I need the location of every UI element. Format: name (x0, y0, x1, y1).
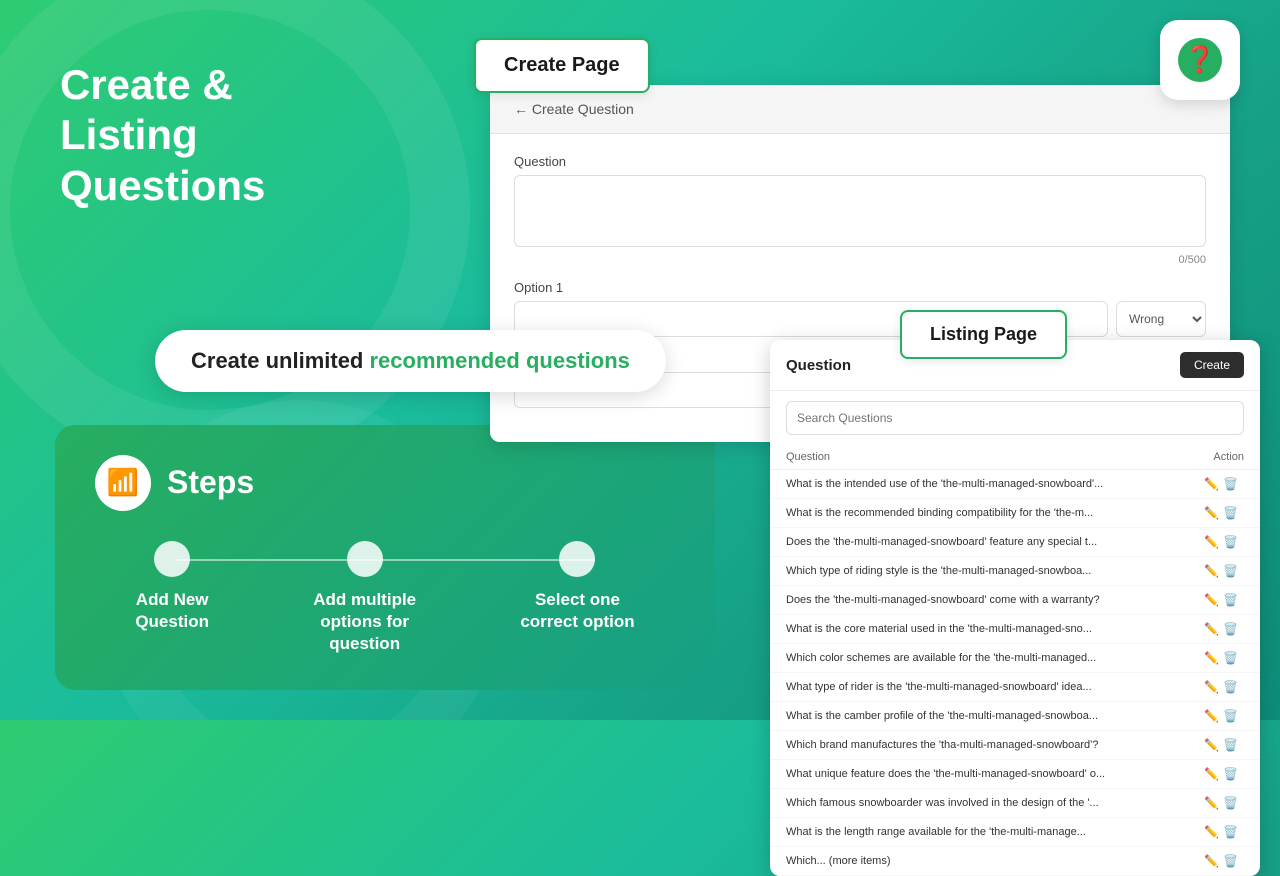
banner-highlight-text: recommended questions (369, 348, 629, 373)
table-row: What is the recommended binding compatib… (770, 499, 1260, 528)
table-row: Which color schemes are available for th… (770, 644, 1260, 673)
delete-icon[interactable]: 🗑️ (1223, 680, 1238, 694)
banner-normal-text: Create unlimited (191, 348, 369, 373)
listing-page-button[interactable]: Listing Page (900, 310, 1067, 359)
edit-icon[interactable]: ✏️ (1204, 854, 1219, 868)
listing-create-button[interactable]: Create (1180, 352, 1244, 378)
step-3-circle (559, 541, 595, 577)
table-row: What is the length range available for t… (770, 818, 1260, 847)
table-row: What type of rider is the 'the-multi-man… (770, 673, 1260, 702)
delete-icon[interactable]: 🗑️ (1223, 767, 1238, 781)
table-row: What is the camber profile of the 'the-m… (770, 702, 1260, 731)
table-row: Does the 'the-multi-managed-snowboard' c… (770, 586, 1260, 615)
delete-icon[interactable]: 🗑️ (1223, 506, 1238, 520)
create-page-button[interactable]: Create Page (474, 38, 650, 93)
delete-icon[interactable]: 🗑️ (1223, 477, 1238, 491)
delete-icon[interactable]: 🗑️ (1223, 593, 1238, 607)
table-row: Which brand manufactures the 'tha-multi-… (770, 731, 1260, 760)
back-link[interactable]: ← Create Question (514, 101, 634, 117)
edit-icon[interactable]: ✏️ (1204, 593, 1219, 607)
table-row: What unique feature does the 'the-multi-… (770, 760, 1260, 789)
edit-icon[interactable]: ✏️ (1204, 825, 1219, 839)
delete-icon[interactable]: 🗑️ (1223, 738, 1238, 752)
table-row: What is the core material used in the 't… (770, 615, 1260, 644)
option1-status-select[interactable]: Wrong (1116, 301, 1206, 337)
listing-table-header: Question Action (770, 445, 1260, 470)
steps-icon: 📶 (95, 455, 151, 511)
edit-icon[interactable]: ✏️ (1204, 506, 1219, 520)
steps-section: 📶 Steps Add NewQuestion Add multipleopti… (55, 425, 715, 690)
col-action-header: Action (1213, 451, 1244, 463)
app-icon: ❓ (1160, 20, 1240, 100)
table-row: Which type of riding style is the 'the-m… (770, 557, 1260, 586)
delete-icon[interactable]: 🗑️ (1223, 651, 1238, 665)
table-row: Which famous snowboarder was involved in… (770, 789, 1260, 818)
svg-text:❓: ❓ (1184, 44, 1216, 74)
delete-icon[interactable]: 🗑️ (1223, 622, 1238, 636)
step-1-label: Add NewQuestion (135, 589, 209, 633)
listing-search-input[interactable] (786, 401, 1244, 435)
question-label: Question (514, 154, 1206, 169)
edit-icon[interactable]: ✏️ (1204, 738, 1219, 752)
listing-panel: Question Create Question Action What is … (770, 340, 1260, 876)
edit-icon[interactable]: ✏️ (1204, 477, 1219, 491)
delete-icon[interactable]: 🗑️ (1223, 796, 1238, 810)
step-2-label: Add multipleoptions for question (290, 589, 440, 655)
unlimited-banner: Create unlimited recommended questions (155, 330, 666, 392)
edit-icon[interactable]: ✏️ (1204, 709, 1219, 723)
edit-icon[interactable]: ✏️ (1204, 535, 1219, 549)
char-count: 0/500 (514, 254, 1206, 266)
step-2-circle (347, 541, 383, 577)
steps-title: Steps (167, 464, 254, 501)
edit-icon[interactable]: ✏️ (1204, 564, 1219, 578)
delete-icon[interactable]: 🗑️ (1223, 854, 1238, 868)
question-field-group: Question 0/500 (514, 154, 1206, 266)
listing-panel-title: Question (786, 357, 851, 374)
delete-icon[interactable]: 🗑️ (1223, 825, 1238, 839)
table-row: Which... (more items) ✏️ 🗑️ (770, 847, 1260, 876)
table-row: What is the intended use of the 'the-mul… (770, 470, 1260, 499)
delete-icon[interactable]: 🗑️ (1223, 709, 1238, 723)
option1-label: Option 1 (514, 280, 1206, 295)
delete-icon[interactable]: 🗑️ (1223, 564, 1238, 578)
steps-header: 📶 Steps (95, 455, 675, 511)
question-textarea[interactable] (514, 175, 1206, 247)
col-question-header: Question (786, 451, 830, 463)
edit-icon[interactable]: ✏️ (1204, 767, 1219, 781)
step-3: Select onecorrect option (520, 541, 634, 633)
page-main-title: Create & Listing Questions (60, 60, 265, 211)
step-1-circle (154, 541, 190, 577)
steps-flow: Add NewQuestion Add multipleoptions for … (95, 541, 675, 655)
edit-icon[interactable]: ✏️ (1204, 796, 1219, 810)
edit-icon[interactable]: ✏️ (1204, 651, 1219, 665)
step-1: Add NewQuestion (135, 541, 209, 633)
edit-icon[interactable]: ✏️ (1204, 622, 1219, 636)
option1-group: Option 1 Wrong (514, 280, 1206, 337)
step-3-label: Select onecorrect option (520, 589, 634, 633)
delete-icon[interactable]: 🗑️ (1223, 535, 1238, 549)
edit-icon[interactable]: ✏️ (1204, 680, 1219, 694)
table-row: Does the 'the-multi-managed-snowboard' f… (770, 528, 1260, 557)
step-2: Add multipleoptions for question (290, 541, 440, 655)
